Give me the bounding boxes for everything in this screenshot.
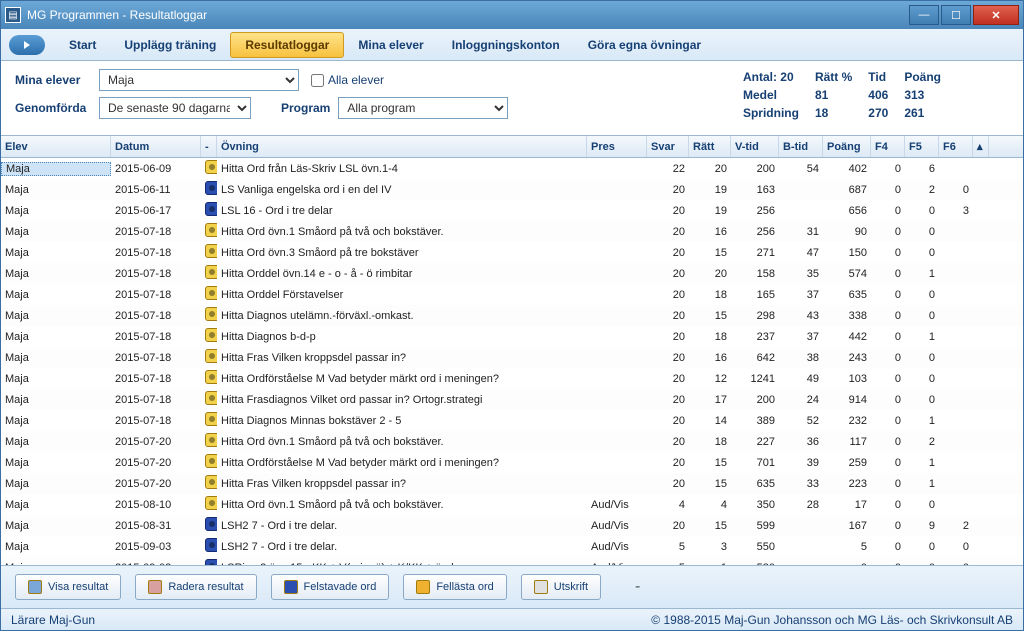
table-row[interactable]: Maja2015-07-18Hitta Orddel övn.14 e - o … (1, 263, 1023, 284)
close-button[interactable]: ✕ (973, 5, 1019, 25)
tab-upplagg[interactable]: Upplägg träning (110, 33, 230, 57)
filter-panel: Mina elever Maja Alla elever Genomförda … (1, 61, 1023, 135)
exercise-icon (205, 559, 217, 565)
mina-elever-label: Mina elever (15, 73, 99, 87)
table-row[interactable]: Maja2015-07-18Hitta Diagnos utelämn.-för… (1, 305, 1023, 326)
person-icon (416, 580, 430, 594)
program-label: Program (281, 101, 330, 115)
exercise-icon (205, 370, 217, 384)
exercise-icon (205, 433, 217, 447)
table-row[interactable]: Maja2015-09-03LSRime2 övn.15 - KK + V(a-… (1, 557, 1023, 565)
col-btid[interactable]: B-tid (779, 136, 823, 157)
exercise-icon (205, 391, 217, 405)
col-ovning[interactable]: Övning (217, 136, 587, 157)
exercise-icon (205, 223, 217, 237)
exercise-icon (205, 475, 217, 489)
statusbar: Lärare Maj-Gun © 1988-2015 Maj-Gun Johan… (1, 608, 1023, 630)
status-copyright: © 1988-2015 Maj-Gun Johansson och MG Läs… (651, 613, 1013, 627)
col-pres[interactable]: Pres (587, 136, 647, 157)
table-row[interactable]: Maja2015-07-20Hitta Ord övn.1 Småord på … (1, 431, 1023, 452)
radera-resultat-button[interactable]: Radera resultat (135, 574, 256, 600)
maximize-button[interactable]: ☐ (941, 5, 971, 25)
col-f4[interactable]: F4 (871, 136, 905, 157)
footer-dash: - (635, 578, 640, 596)
tab-mina-elever[interactable]: Mina elever (344, 33, 437, 57)
summary-table: Antal: 20Rätt %TidPoäng Medel81406313 Sp… (741, 67, 957, 123)
exercise-icon (205, 265, 217, 279)
print-icon (534, 580, 548, 594)
table-row[interactable]: Maja2015-08-10Hitta Ord övn.1 Småord på … (1, 494, 1023, 515)
exercise-icon (205, 202, 217, 216)
exercise-icon (205, 349, 217, 363)
footer-toolbar: Visa resultat Radera resultat Felstavade… (1, 565, 1023, 608)
exercise-icon (205, 496, 217, 510)
exercise-icon (205, 286, 217, 300)
exercise-icon (205, 454, 217, 468)
felstavade-button[interactable]: Felstavade ord (271, 574, 390, 600)
exercise-icon (205, 244, 217, 258)
table-row[interactable]: Maja2015-07-20Hitta Fras Vilken kroppsde… (1, 473, 1023, 494)
visa-resultat-button[interactable]: Visa resultat (15, 574, 121, 600)
col-svar[interactable]: Svar (647, 136, 689, 157)
tab-start[interactable]: Start (55, 33, 110, 57)
table-row[interactable]: Maja2015-06-17LSL 16 - Ord i tre delar20… (1, 200, 1023, 221)
grid-header: Elev Datum - Övning Pres Svar Rätt V-tid… (1, 136, 1023, 158)
alla-elever-checkbox[interactable] (311, 74, 324, 87)
person-icon (284, 580, 298, 594)
table-row[interactable]: Maja2015-08-31LSH2 7 - Ord i tre delar.A… (1, 515, 1023, 536)
table-row[interactable]: Maja2015-06-11LS Vanliga engelska ord i … (1, 179, 1023, 200)
col-ratt[interactable]: Rätt (689, 136, 731, 157)
col-elev[interactable]: Elev (1, 136, 111, 157)
col-vtid[interactable]: V-tid (731, 136, 779, 157)
table-row[interactable]: Maja2015-09-03LSH2 7 - Ord i tre delar.A… (1, 536, 1023, 557)
table-row[interactable]: Maja2015-07-18Hitta Ordförståelse M Vad … (1, 368, 1023, 389)
exercise-icon (205, 181, 217, 195)
col-dash[interactable]: - (201, 136, 217, 157)
genomforda-label: Genomförda (15, 101, 99, 115)
col-f5[interactable]: F5 (905, 136, 939, 157)
chevron-right-icon (24, 41, 30, 49)
exercise-icon (205, 412, 217, 426)
col-f6[interactable]: F6 (939, 136, 973, 157)
exercise-icon (205, 307, 217, 321)
exercise-icon (205, 517, 217, 531)
alla-elever-label: Alla elever (328, 73, 384, 87)
app-menu-button[interactable] (9, 35, 45, 55)
table-row[interactable]: Maja2015-07-18Hitta Ord övn.1 Småord på … (1, 221, 1023, 242)
main-tabs: Start Upplägg träning Resultatloggar Min… (1, 29, 1023, 61)
tab-ovningar[interactable]: Göra egna övningar (574, 33, 715, 57)
table-row[interactable]: Maja2015-07-20Hitta Ordförståelse M Vad … (1, 452, 1023, 473)
tab-inloggning[interactable]: Inloggningskonton (438, 33, 574, 57)
col-poang[interactable]: Poäng (823, 136, 871, 157)
utskrift-button[interactable]: Utskrift (521, 574, 601, 600)
scroll-up-icon[interactable]: ▴ (973, 136, 989, 157)
status-user: Lärare Maj-Gun (11, 613, 95, 627)
grid-icon (28, 580, 42, 594)
grid-body[interactable]: Maja2015-06-09Hitta Ord från Läs-Skriv L… (1, 158, 1023, 565)
genomforda-select[interactable]: De senaste 90 dagarna (99, 97, 251, 119)
tab-resultat[interactable]: Resultatloggar (230, 32, 344, 58)
table-row[interactable]: Maja2015-07-18Hitta Ord övn.3 Småord på … (1, 242, 1023, 263)
table-row[interactable]: Maja2015-07-18Hitta Orddel Förstavelser2… (1, 284, 1023, 305)
table-row[interactable]: Maja2015-07-18Hitta Frasdiagnos Vilket o… (1, 389, 1023, 410)
mina-elever-select[interactable]: Maja (99, 69, 299, 91)
fellasta-button[interactable]: Fellästa ord (403, 574, 506, 600)
results-grid: Elev Datum - Övning Pres Svar Rätt V-tid… (1, 135, 1023, 565)
table-row[interactable]: Maja2015-07-18Hitta Diagnos b-d-p2018237… (1, 326, 1023, 347)
exercise-icon (205, 538, 217, 552)
minimize-button[interactable]: — (909, 5, 939, 25)
col-datum[interactable]: Datum (111, 136, 201, 157)
exercise-icon (205, 160, 217, 174)
table-row[interactable]: Maja2015-07-18Hitta Fras Vilken kroppsde… (1, 347, 1023, 368)
window-title: MG Programmen - Resultatloggar (27, 8, 207, 22)
trash-icon (148, 580, 162, 594)
table-row[interactable]: Maja2015-06-09Hitta Ord från Läs-Skriv L… (1, 158, 1023, 179)
exercise-icon (205, 328, 217, 342)
program-select[interactable]: Alla program (338, 97, 508, 119)
titlebar: ▤ MG Programmen - Resultatloggar — ☐ ✕ (1, 1, 1023, 29)
app-icon: ▤ (5, 7, 21, 23)
table-row[interactable]: Maja2015-07-18Hitta Diagnos Minnas bokst… (1, 410, 1023, 431)
